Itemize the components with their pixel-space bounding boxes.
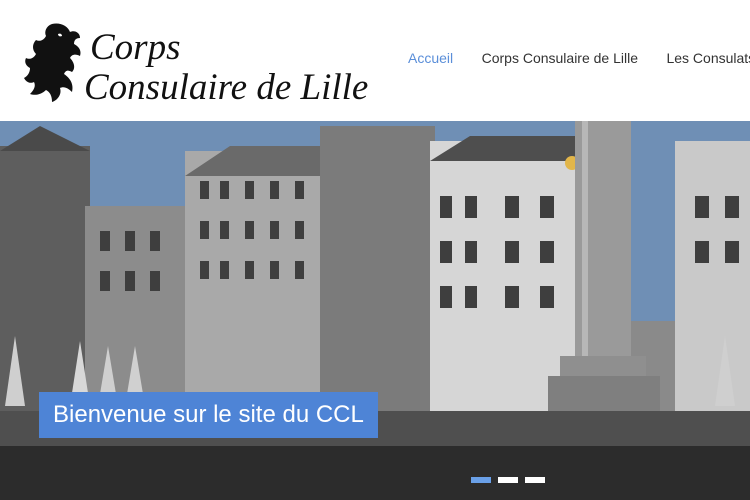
hero-caption: Bienvenue sur le site du CCL: [39, 392, 378, 438]
hero-image: [0, 121, 750, 500]
slider-dot-2[interactable]: [498, 477, 518, 483]
nav-item-accueil[interactable]: Accueil: [408, 48, 453, 68]
site-header: Corps Consulaire de Lille Accueil Corps …: [0, 0, 750, 121]
slider-dot-3[interactable]: [525, 477, 545, 483]
site-logo[interactable]: Corps Consulaire de Lille: [22, 20, 372, 112]
slider-dot-1[interactable]: [471, 477, 491, 483]
nav-item-corps-consulaire[interactable]: Corps Consulaire de Lille: [482, 48, 638, 68]
hero-slider: [0, 121, 750, 500]
nav-item-consulats[interactable]: Les Consulats: [666, 48, 750, 68]
lion-rampant-icon: [24, 23, 81, 103]
main-nav: Accueil Corps Consulaire de Lille Les Co…: [396, 48, 750, 72]
logo-text-line1: Corps: [90, 27, 181, 68]
logo-text-line2: Consulaire de Lille: [84, 67, 369, 108]
